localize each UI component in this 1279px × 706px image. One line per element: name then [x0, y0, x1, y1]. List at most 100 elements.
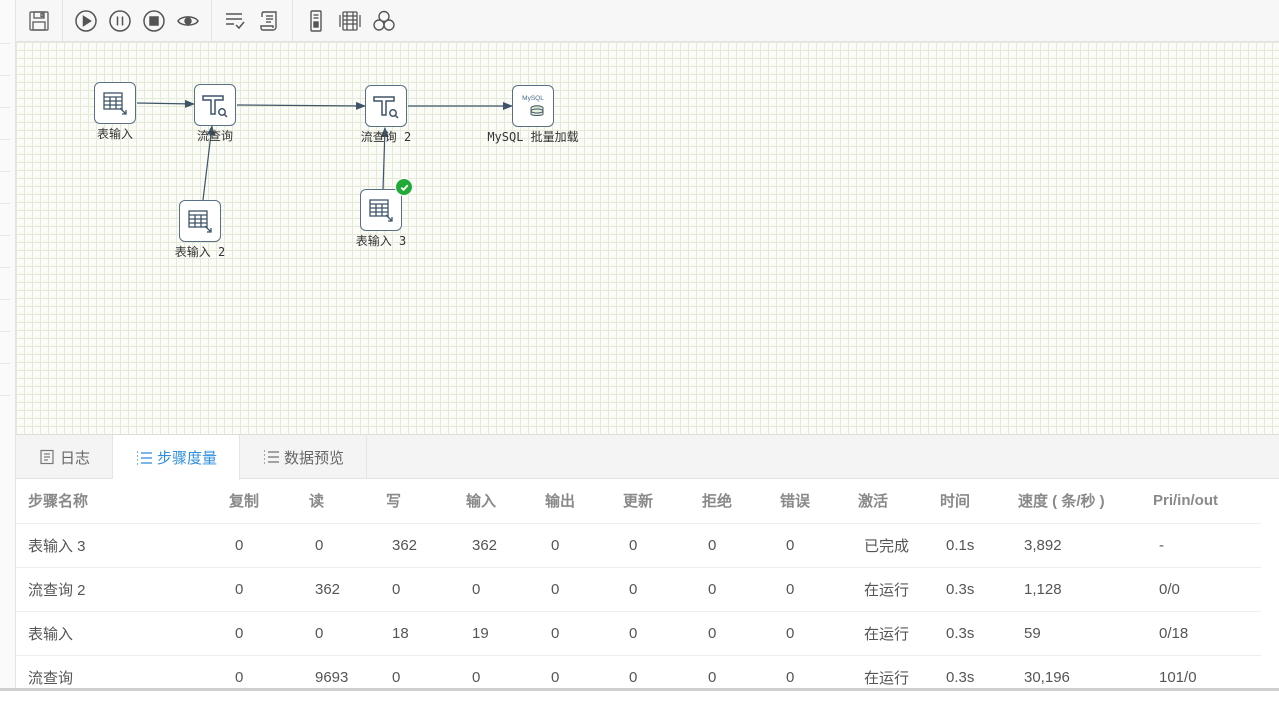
metric-cell: 0 — [611, 566, 690, 611]
column-header[interactable]: 更新 — [611, 479, 690, 523]
save-icon — [29, 10, 49, 31]
table-row[interactable]: 流查询 2 0 362 0 0 0 0 0 0 在运行 0.3s 1,128 0/0 — [16, 566, 1261, 611]
table-input-icon — [94, 82, 136, 124]
table-input-icon — [179, 200, 221, 242]
list-icon — [262, 448, 280, 466]
step-table-input-3[interactable]: 表输入 3 — [356, 178, 413, 248]
hop-table-input-to-stream-lookup — [136, 99, 195, 108]
toolbar-group-run — [63, 0, 212, 42]
metric-cell: 0/0 — [1141, 566, 1261, 611]
metric-cell: 59 — [1006, 610, 1141, 655]
column-header[interactable]: 复制 — [217, 479, 297, 523]
metric-cell: - — [1141, 522, 1261, 567]
step-name-cell: 流查询 2 — [16, 566, 217, 611]
metric-cell: 0.3s — [928, 610, 1006, 655]
list-icon — [135, 449, 153, 467]
column-header[interactable]: 拒绝 — [690, 479, 768, 523]
pause-icon — [109, 9, 131, 32]
step-metrics-body: 表输入 3 0 0 362 362 0 0 0 0 已完成 0.1s 3,892- 流查询 2 0 362 0… — [16, 522, 1261, 690]
step-table-input[interactable]: 表输入 — [93, 81, 137, 141]
cluster-icon — [373, 10, 395, 31]
stop-button[interactable] — [137, 4, 171, 38]
metric-cell: 0 — [297, 522, 374, 567]
impact-icon — [310, 9, 322, 32]
tab-label: 数据预览 — [284, 449, 345, 467]
column-header[interactable]: 错误 — [768, 479, 846, 523]
save-button[interactable] — [22, 4, 56, 38]
horizontal-scrollbar[interactable] — [0, 688, 1279, 691]
metric-cell: 0 — [454, 566, 533, 611]
metric-cell: 101/0 — [1141, 654, 1261, 690]
pause-button[interactable] — [103, 4, 137, 38]
metric-cell: 362 — [374, 522, 454, 567]
metric-cell: 0 — [533, 654, 611, 690]
table-row[interactable]: 流查询 0 9693 0 0 0 0 0 0 在运行 0.3s 30,196 101/0 — [16, 654, 1261, 690]
column-header[interactable]: 步骤名称 — [16, 479, 217, 523]
tab-step-metrics[interactable]: 步骤度量 — [113, 435, 241, 480]
column-header[interactable]: 输入 — [454, 479, 533, 523]
metric-cell: 0 — [297, 610, 374, 655]
metric-cell: 3,892 — [1006, 522, 1141, 567]
metric-cell: 30,196 — [1006, 654, 1141, 690]
step-table-input-2[interactable]: 表输入 2 — [175, 199, 225, 259]
metric-cell: 0 — [690, 654, 768, 690]
step-mysql-bulk-load[interactable]: MySQL MySQL 批量加载 — [487, 84, 579, 144]
step-name-cell: 流查询 — [16, 654, 217, 690]
metric-cell: 0 — [768, 566, 846, 611]
table-row[interactable]: 表输入 0 0 18 19 0 0 0 0 在运行 0.3s 59 0/18 — [16, 610, 1261, 655]
verify-button[interactable] — [218, 4, 252, 38]
metric-cell: 1,128 — [1006, 566, 1141, 611]
column-header[interactable]: 速度 ( 条/秒 ) — [1006, 479, 1141, 523]
sql-button[interactable] — [252, 4, 286, 38]
execution-results-panel: 日志 步骤度量 数据预览 步骤名称 复制 读 写 输入 输出 更新 拒绝 错误 … — [16, 434, 1279, 690]
tab-log[interactable]: 日志 — [16, 435, 114, 479]
metric-cell: 19 — [454, 610, 533, 655]
metric-cell: 0 — [217, 654, 297, 690]
metric-cell: 18 — [374, 610, 454, 655]
column-header[interactable]: 读 — [297, 479, 374, 523]
step-stream-lookup[interactable]: 流查询 — [193, 83, 237, 143]
metric-cell: 9693 — [297, 654, 374, 690]
step-metrics-table: 步骤名称 复制 读 写 输入 输出 更新 拒绝 错误 激活 时间 速度 ( 条/… — [16, 479, 1261, 690]
pdi-transformation-editor: 表输入 流查询 流查询 2 MySQL MySQL 批量加载 表输入 2 表输入… — [0, 0, 1279, 691]
preview-button[interactable] — [171, 4, 205, 38]
log-icon — [38, 448, 56, 466]
metric-cell: 362 — [297, 566, 374, 611]
step-label: 表输入 3 — [355, 234, 407, 248]
metric-cell: 0.3s — [928, 654, 1006, 690]
step-name-cell: 表输入 3 — [16, 522, 217, 567]
step-label: 表输入 2 — [174, 245, 226, 259]
explorer-icon — [339, 10, 361, 31]
preview-icon — [177, 15, 199, 26]
cluster-button[interactable] — [367, 4, 401, 38]
metric-cell: 0.3s — [928, 566, 1006, 611]
run-button[interactable] — [69, 4, 103, 38]
table-row[interactable]: 表输入 3 0 0 362 362 0 0 0 0 已完成 0.1s 3,892- — [16, 522, 1261, 567]
tab-data-preview[interactable]: 数据预览 — [240, 435, 368, 479]
step-stream-lookup-2[interactable]: 流查询 2 — [361, 84, 411, 144]
metric-cell: 0 — [611, 610, 690, 655]
metric-cell: 0.1s — [928, 522, 1006, 567]
step-label: 流查询 — [196, 129, 233, 143]
transformation-canvas[interactable]: 表输入 流查询 流查询 2 MySQL MySQL 批量加载 表输入 2 表输入… — [16, 42, 1279, 434]
metric-cell: 0 — [533, 522, 611, 567]
results-tabs: 日志 步骤度量 数据预览 — [16, 435, 1279, 480]
column-header[interactable]: 时间 — [928, 479, 1006, 523]
metric-cell: 在运行 — [846, 566, 928, 611]
metric-cell: 在运行 — [846, 654, 928, 690]
metric-cell: 在运行 — [846, 610, 928, 655]
toolbar-group-file — [16, 0, 63, 42]
step-label: MySQL 批量加载 — [487, 130, 579, 144]
column-header[interactable]: 激活 — [846, 479, 928, 523]
impact-button[interactable] — [299, 4, 333, 38]
check-icon — [226, 12, 245, 29]
column-header[interactable]: 写 — [374, 479, 454, 523]
metric-cell: 0 — [611, 522, 690, 567]
column-header[interactable]: Pri/in/out — [1141, 479, 1261, 523]
column-header[interactable]: 输出 — [533, 479, 611, 523]
stream-lookup-icon — [365, 85, 407, 127]
metric-cell: 0 — [611, 654, 690, 690]
explorer-button[interactable] — [333, 4, 367, 38]
metric-cell: 0 — [768, 522, 846, 567]
sql-icon — [260, 10, 277, 31]
